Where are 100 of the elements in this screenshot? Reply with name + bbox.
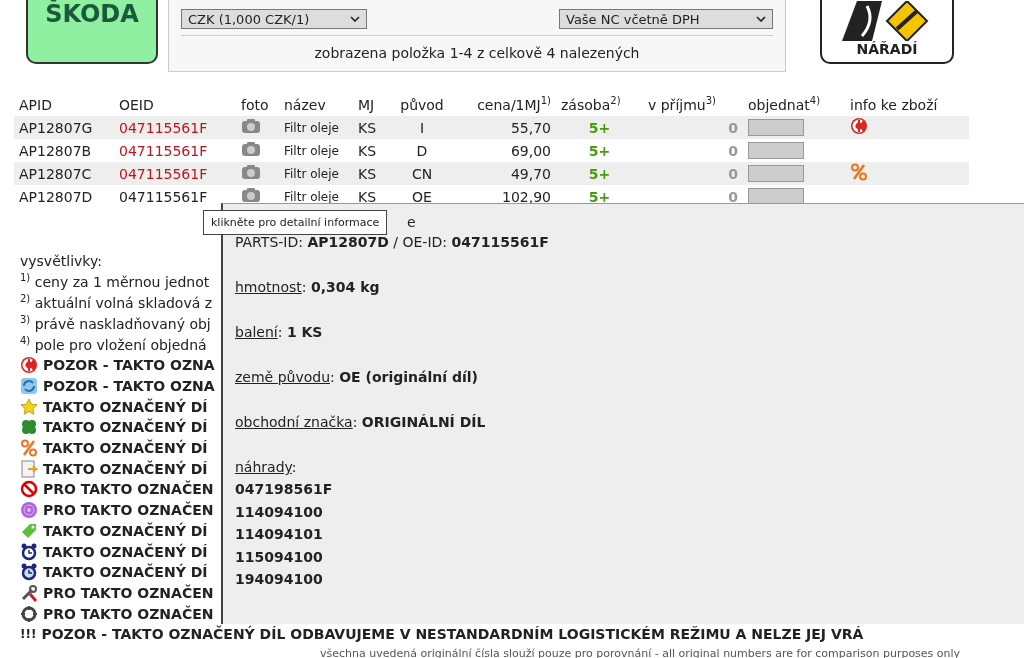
alternative-number: 194094100	[235, 571, 324, 589]
unit-cell: KS	[353, 162, 390, 185]
legend-note: $^{3)}$ právě naskladňovaný obj	[20, 313, 211, 334]
column-header: cena/1MJ$^{1)}$	[454, 94, 556, 116]
order-input[interactable]	[748, 142, 804, 159]
stock-cell: 5+	[556, 162, 643, 185]
legend-text: TAKTO OZNAČENÝ DÍ	[43, 419, 208, 436]
detail-field: hmotnost: 0,304 kg	[235, 279, 380, 296]
legend-text: TAKTO OZNAČENÝ DÍ	[43, 398, 208, 415]
apid-cell: AP12807C	[14, 162, 114, 185]
camera-icon[interactable]	[241, 187, 261, 203]
column-header: název	[279, 94, 353, 116]
oeid-cell: 047115561F	[114, 162, 236, 185]
price-cell: 69,00	[454, 139, 556, 162]
apid-cell: AP12807G	[14, 116, 114, 139]
price-select[interactable]: Vaše NC včetně DPH	[559, 9, 773, 29]
origin-cell: D	[390, 139, 454, 162]
origin-cell: I	[390, 116, 454, 139]
legend-text: PRO TAKTO OZNAČEN	[43, 605, 214, 622]
camera-icon[interactable]	[241, 118, 261, 134]
star-icon	[20, 397, 38, 416]
name-cell: Filtr oleje	[279, 185, 353, 208]
ring-icon	[20, 604, 38, 623]
legend-text: POZOR - TAKTO OZNAČENÝ DÍL ODBAVUJEME V NESTANDARDNÍM LOGISTICKÉM REŽIMU A NELZE JEJ VRÁ	[41, 626, 864, 643]
alternative-number: 115094100	[235, 548, 324, 567]
price-cell: 49,70	[454, 162, 556, 185]
result-count: zobrazena položka 1-4 z celkově 4 nalezených	[313, 45, 641, 61]
target-icon	[20, 501, 38, 520]
clearance-icon	[20, 356, 38, 375]
percent-icon	[20, 439, 38, 458]
legend-text: TAKTO OZNAČENÝ DÍ	[43, 440, 208, 457]
column-header: info ke zboží	[845, 94, 969, 116]
legend-text: POZOR - TAKTO OZNA	[43, 357, 215, 374]
unit-cell: KS	[353, 116, 390, 139]
unit-cell: KS	[353, 185, 390, 208]
incoming-cell: 0	[643, 139, 743, 162]
name-cell: Filtr oleje	[279, 162, 353, 185]
name-cell: Filtr oleje	[279, 116, 353, 139]
order-input[interactable]	[748, 165, 804, 182]
name-cell: Filtr oleje	[279, 139, 353, 162]
column-header: APID	[14, 94, 114, 116]
tooltip: klikněte pro detailní informace	[203, 210, 388, 235]
legend-text: TAKTO OZNAČENÝ DÍ	[43, 460, 208, 477]
price-cell: 102,90	[454, 185, 556, 208]
note-icon	[20, 459, 38, 478]
legend-note: $^{4)}$ pole pro vložení objedná	[20, 334, 207, 355]
column-header: MJ	[353, 94, 390, 116]
tools-logo[interactable]: NÁŘADÍ	[820, 0, 954, 64]
currency-select[interactable]: CZK (1,000 CZK/1)	[181, 9, 367, 29]
origin-cell: OE	[390, 185, 454, 208]
order-input[interactable]	[748, 119, 804, 136]
exclamation-marks: !!!	[20, 627, 37, 642]
legend-text: PRO TAKTO OZNAČEN	[43, 481, 214, 498]
column-header: původ	[390, 94, 454, 116]
clover-icon	[20, 418, 38, 437]
camera-icon[interactable]	[241, 164, 261, 180]
footer-note: všechna uvedená originální čísla slouží pouze pro porovnání - all original numbers are for comparison purposes only	[320, 646, 961, 658]
alternative-number: 114094100	[235, 503, 324, 522]
id-line: PARTS-ID: AP12807D / OE-ID: 047115561F	[235, 234, 549, 251]
legend-text: POZOR - TAKTO OZNA	[43, 378, 215, 395]
unit-cell: KS	[353, 139, 390, 162]
legend-text: TAKTO OZNAČENÝ DÍ	[43, 564, 208, 581]
detail-field: země původu: OE (originální díl)	[235, 369, 478, 386]
legend-note: $^{1)}$ ceny za 1 měrnou jednot	[20, 271, 210, 292]
column-header: OEID	[114, 94, 236, 116]
caret-icon	[350, 16, 360, 22]
legend-text: TAKTO OZNAČENÝ DÍ	[43, 543, 208, 560]
tag-icon	[20, 521, 38, 540]
camera-icon[interactable]	[241, 141, 261, 157]
stock-cell: 5+	[556, 185, 643, 208]
detail-field: balení: 1 KS	[235, 324, 323, 341]
incoming-cell: 0	[643, 116, 743, 139]
column-header: v příjmu$^{3)}$	[643, 94, 743, 116]
legend-note: $^{2)}$ aktuální volná skladová z	[20, 292, 213, 313]
legend-text: PRO TAKTO OZNAČEN	[43, 584, 214, 601]
apid-cell: AP12807D	[14, 185, 114, 208]
skoda-logo[interactable]: ŠKODA	[26, 0, 158, 64]
legend-text: PRO TAKTO OZNAČEN	[43, 502, 214, 519]
alternative-number: 114094101	[235, 526, 324, 544]
stock-cell: 5+	[556, 116, 643, 139]
column-header: zásoba$^{2)}$	[556, 94, 643, 116]
detail-field: obchodní značka: ORIGINÁLNÍ DÍL	[235, 414, 486, 431]
apid-cell: AP12807B	[14, 139, 114, 162]
oeid-cell: 047115561F	[114, 116, 236, 139]
stock-cell: 5+	[556, 139, 643, 162]
price-cell: 55,70	[454, 116, 556, 139]
tools-label: NÁŘADÍ	[856, 41, 918, 57]
origin-cell: CN	[390, 162, 454, 185]
alternatives-label: náhrady:	[235, 459, 297, 477]
popup-title-fragment: e	[407, 214, 416, 232]
column-header: foto	[236, 94, 279, 116]
refresh-icon	[20, 377, 38, 396]
incoming-cell: 0	[643, 162, 743, 185]
incoming-cell: 0	[643, 185, 743, 208]
oeid-cell: 047115561F	[114, 185, 236, 208]
column-header: objednat$^{4)}$	[743, 94, 845, 116]
alarm-clock-icon	[20, 563, 38, 582]
legend-title: vysvětlivky:	[20, 251, 102, 271]
oeid-cell: 047115561F	[114, 139, 236, 162]
caret-icon	[756, 16, 766, 22]
